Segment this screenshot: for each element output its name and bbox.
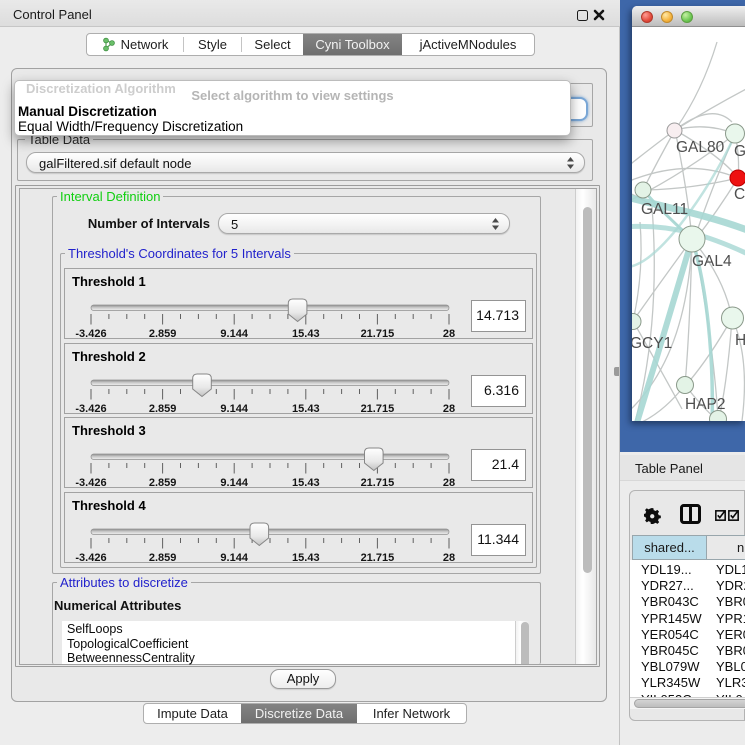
svg-text:-3.426: -3.426 <box>75 552 106 563</box>
svg-text:15.43: 15.43 <box>292 328 320 339</box>
svg-text:9.144: 9.144 <box>220 328 248 339</box>
svg-text:15.43: 15.43 <box>292 552 320 563</box>
svg-text:GAL4: GAL4 <box>692 253 732 270</box>
svg-text:9.144: 9.144 <box>220 403 248 414</box>
svg-text:2.859: 2.859 <box>149 552 177 563</box>
svg-text:HAP2: HAP2 <box>685 396 726 413</box>
svg-text:GA: GA <box>734 143 745 160</box>
svg-text:9.144: 9.144 <box>220 477 248 488</box>
svg-text:-3.426: -3.426 <box>75 328 106 339</box>
svg-text:15.43: 15.43 <box>292 477 320 488</box>
svg-text:21.715: 21.715 <box>361 552 395 563</box>
svg-text:GAL11: GAL11 <box>641 201 688 218</box>
svg-text:-3.426: -3.426 <box>75 477 106 488</box>
svg-text:GCY1: GCY1 <box>632 335 672 352</box>
svg-text:HI: HI <box>735 332 745 349</box>
svg-text:28: 28 <box>443 328 455 339</box>
svg-text:2.859: 2.859 <box>149 403 177 414</box>
svg-text:21.715: 21.715 <box>361 477 395 488</box>
svg-text:2.859: 2.859 <box>149 328 177 339</box>
svg-text:21.715: 21.715 <box>361 403 395 414</box>
svg-text:15.43: 15.43 <box>292 403 320 414</box>
svg-text:21.715: 21.715 <box>361 328 395 339</box>
svg-text:28: 28 <box>443 552 455 563</box>
svg-text:C: C <box>734 186 745 203</box>
svg-text:-3.426: -3.426 <box>75 403 106 414</box>
svg-text:2.859: 2.859 <box>149 477 177 488</box>
svg-text:28: 28 <box>443 403 455 414</box>
svg-text:9.144: 9.144 <box>220 552 248 563</box>
svg-text:28: 28 <box>443 477 455 488</box>
svg-text:GAL80: GAL80 <box>676 139 725 156</box>
